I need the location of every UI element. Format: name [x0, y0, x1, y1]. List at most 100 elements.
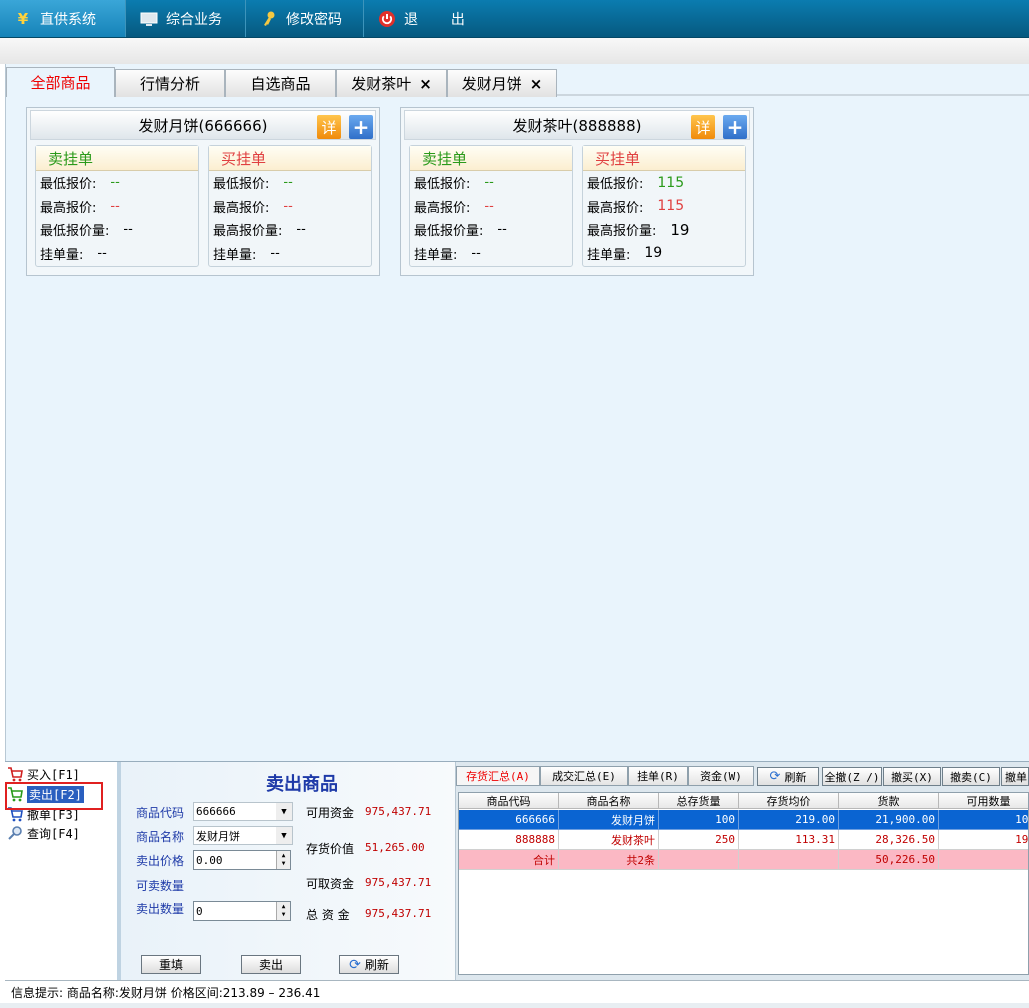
available-funds-label: 可用资金 — [306, 806, 355, 820]
spinner-up-icon[interactable]: ▲ — [282, 903, 286, 911]
menu-label: 直供系统 — [40, 11, 96, 28]
min-price-row: 最低报价: -- — [36, 171, 198, 195]
row-value: -- — [283, 198, 293, 214]
cancel-order-button[interactable]: 撤单 — [1001, 767, 1029, 786]
tab-label: 全部商品 — [30, 74, 91, 92]
sell-orders-panel: 卖挂单 最低报价: -- 最高报价: -- 最低报价量: -- 挂单量: -- — [35, 145, 199, 267]
column-header[interactable]: 总存货量 — [659, 793, 739, 809]
cancel-all-button[interactable]: 全撤(Z /) — [822, 767, 882, 786]
tab-facai-mooncake[interactable]: 发财月饼 × — [447, 69, 557, 97]
tab-label: 行情分析 — [139, 75, 200, 93]
main-area: 全部商品 行情分析 自选商品 发财茶叶 × 发财月饼 × 发财月饼(666666… — [5, 64, 1029, 761]
refresh-label: 刷新 — [784, 770, 807, 784]
refresh-button[interactable]: ⟳ 刷新 — [339, 955, 399, 974]
cell-total-stock: 100 — [659, 810, 739, 830]
row-label: 挂单量: — [213, 247, 257, 263]
monitor-icon — [140, 10, 158, 28]
spinner-down-icon[interactable]: ▼ — [282, 860, 286, 868]
tab-watchlist[interactable]: 自选商品 — [225, 69, 336, 97]
sellable-qty-label: 可卖数量 — [136, 879, 185, 893]
cancel-sell-button[interactable]: 撤卖(C) — [942, 767, 1000, 786]
chevron-down-icon[interactable]: ▼ — [276, 827, 292, 844]
name-value: 发财月饼 — [196, 829, 240, 843]
cell-total-stock: 250 — [659, 830, 739, 850]
code-select[interactable]: 666666 ▼ — [193, 802, 293, 821]
table-row[interactable]: 888888 发财茶叶 250 113.31 28,326.50 195 — [459, 830, 1028, 850]
sidebar-item-label: 查询[F4] — [27, 826, 80, 841]
total-funds-value: 975,437.71 — [365, 907, 432, 920]
menu-exit[interactable]: 退 出 — [364, 0, 484, 37]
column-header[interactable]: 货款 — [839, 793, 939, 809]
toolbar-strip — [0, 38, 1029, 64]
close-icon[interactable]: × — [530, 75, 543, 93]
grid-refresh-button[interactable]: ⟳ 刷新 — [757, 767, 819, 786]
tab-orders[interactable]: 挂单(R) — [628, 766, 688, 786]
qty-row: 最高报价量: 19 — [583, 218, 745, 242]
spinner-down-icon[interactable]: ▼ — [282, 911, 286, 919]
menu-direct-supply[interactable]: ¥ 直供系统 — [0, 0, 126, 37]
row-label: 挂单量: — [414, 247, 458, 263]
sidebar-item-label: 买入[F1] — [27, 767, 80, 782]
inventory-table: 商品代码 商品名称 总存货量 存货均价 货款 可用数量 666666 发财月饼 … — [458, 792, 1029, 975]
stock-value: 51,265.00 — [365, 841, 425, 854]
tab-all-products[interactable]: 全部商品 — [6, 67, 115, 97]
column-header[interactable]: 存货均价 — [739, 793, 839, 809]
magnifier-icon — [7, 825, 23, 841]
cell-amount: 28,326.50 — [839, 830, 939, 850]
row-label: 最高报价: — [414, 200, 471, 216]
add-button[interactable]: + — [349, 115, 373, 139]
tab-inventory-summary[interactable]: 存货汇总(A) — [456, 766, 540, 786]
row-value: -- — [110, 175, 120, 191]
cell-name: 发财茶叶 — [559, 830, 659, 850]
product-card-mooncake: 发财月饼(666666) 详 + 卖挂单 最低报价: -- 最高报价: -- 最低报… — [26, 107, 380, 276]
yen-icon: ¥ — [17, 9, 29, 28]
orders-row: 挂单量: 19 — [583, 242, 745, 266]
column-header[interactable]: 可用数量 — [939, 793, 1028, 809]
column-header[interactable]: 商品名称 — [559, 793, 659, 809]
orders-row: 挂单量: -- — [209, 242, 371, 266]
close-icon[interactable]: × — [419, 75, 432, 93]
code-value: 666666 — [196, 805, 236, 818]
sidebar-item-query[interactable]: 查询[F4] — [7, 824, 80, 842]
cell-name: 发财月饼 — [559, 810, 659, 830]
add-button[interactable]: + — [723, 115, 747, 139]
price-input[interactable]: 0.00 ▲ ▼ — [193, 850, 291, 870]
row-label: 最低报价量: — [414, 224, 484, 240]
reset-button[interactable]: 重填 — [141, 955, 201, 974]
spinner[interactable]: ▲ ▼ — [276, 851, 290, 869]
detail-button[interactable]: 详 — [691, 115, 715, 139]
row-value: -- — [270, 245, 280, 261]
spinner[interactable]: ▲ ▼ — [276, 902, 290, 920]
tab-market-analysis[interactable]: 行情分析 — [115, 69, 225, 97]
menu-general-business[interactable]: 综合业务 — [126, 0, 246, 37]
name-select[interactable]: 发财月饼 ▼ — [193, 826, 293, 845]
tab-facai-tea[interactable]: 发财茶叶 × — [336, 69, 447, 97]
tab-label: 发财茶叶 — [351, 75, 412, 93]
row-label: 最低报价: — [587, 177, 644, 193]
row-label: 最高报价量: — [587, 224, 657, 240]
row-value: 19 — [670, 220, 690, 239]
tab-funds[interactable]: 资金(W) — [688, 766, 754, 786]
sell-button[interactable]: 卖出 — [241, 955, 301, 974]
tab-deal-summary[interactable]: 成交汇总(E) — [540, 766, 628, 786]
row-label: 最低报价: — [213, 177, 270, 193]
row-value: -- — [97, 245, 107, 261]
menu-change-password[interactable]: 修改密码 — [246, 0, 364, 37]
sell-form: 卖出商品 商品代码 666666 ▼ 商品名称 发财月饼 ▼ 卖出价格 0.00… — [117, 762, 456, 981]
table-row[interactable]: 666666 发财月饼 100 219.00 21,900.00 100 — [459, 810, 1028, 830]
row-label: 挂单量: — [40, 247, 84, 263]
spinner-up-icon[interactable]: ▲ — [282, 852, 286, 860]
detail-button[interactable]: 详 — [317, 115, 341, 139]
column-header[interactable]: 商品代码 — [459, 793, 559, 809]
price-value: 0.00 — [196, 853, 223, 867]
max-price-row: 最高报价: -- — [410, 195, 572, 219]
card-title-text: 发财月饼(666666) — [138, 116, 268, 135]
available-funds-value: 975,437.71 — [365, 805, 432, 818]
cancel-buy-button[interactable]: 撤买(X) — [883, 767, 941, 786]
qty-input[interactable]: 0 ▲ ▼ — [193, 901, 291, 921]
max-price-row: 最高报价: -- — [209, 195, 371, 219]
cell-total-amount: 50,226.50 — [839, 850, 939, 870]
sidebar-item-buy[interactable]: 买入[F1] — [7, 765, 80, 783]
cell-avg-price: 113.31 — [739, 830, 839, 850]
chevron-down-icon[interactable]: ▼ — [276, 803, 292, 820]
